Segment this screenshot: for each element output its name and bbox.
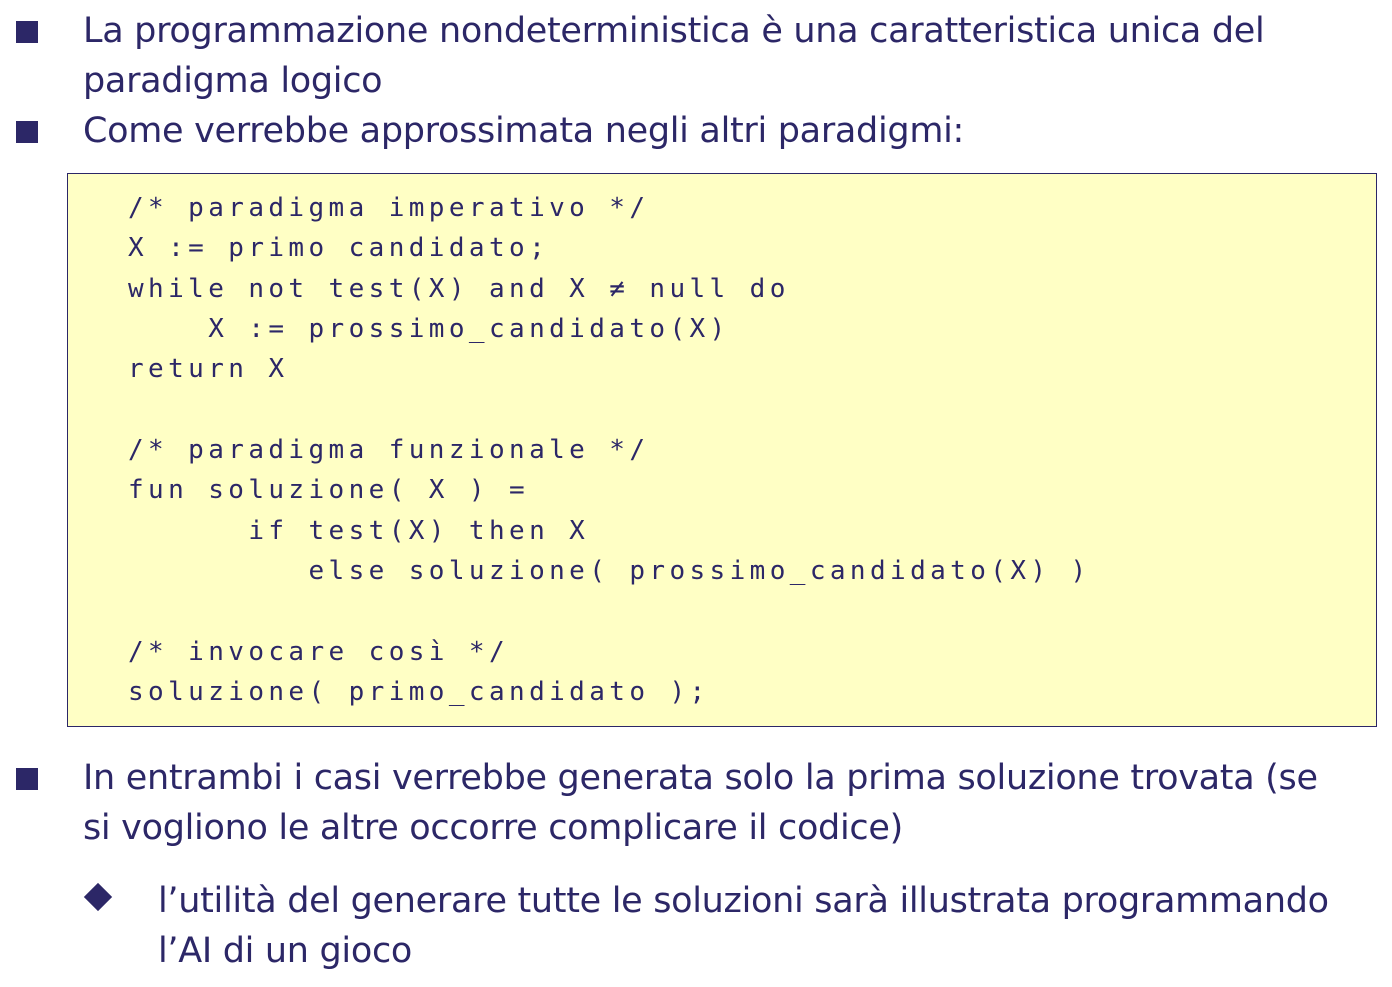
square-bullet-icon xyxy=(16,768,38,790)
sub-bullet-line-1: l’utilità del generare tutte le soluzion… xyxy=(158,881,1329,921)
code-line: if test(X) then X xyxy=(128,516,590,546)
bullet-text-approximation: Come verrebbe approssimata negli altri p… xyxy=(83,106,964,156)
bullet-3-line-2: si vogliono le altre occorre complicare … xyxy=(83,808,903,848)
code-line: X := primo candidato; xyxy=(128,233,550,263)
code-line: /* invocare così */ xyxy=(128,637,510,667)
sub-bullet-text-ai-game: l’utilità del generare tutte le soluzion… xyxy=(158,876,1329,976)
square-bullet-icon xyxy=(16,121,38,143)
code-line: else soluzione( prossimo_candidato(X) ) xyxy=(128,556,1091,586)
code-line: soluzione( primo_candidato ); xyxy=(128,677,710,707)
code-line: return X xyxy=(128,354,289,384)
bullet-2-line-1: Come verrebbe approssimata negli altri p… xyxy=(83,111,965,151)
code-line: while not test(X) and X ≠ null do xyxy=(128,274,790,304)
code-line: /* paradigma imperativo */ xyxy=(128,193,650,223)
code-line: /* paradigma funzionale */ xyxy=(128,435,650,465)
bullet-3-line-1: In entrambi i casi verrebbe generata sol… xyxy=(83,758,1318,798)
bullet-1-line-2: paradigma logico xyxy=(83,61,383,101)
code-line: X := prossimo_candidato(X) xyxy=(128,314,730,344)
code-line: fun soluzione( X ) = xyxy=(128,475,530,505)
bullet-1-line-1: La programmazione nondeterministica è un… xyxy=(83,11,1265,51)
bullet-text-first-solution: In entrambi i casi verrebbe generata sol… xyxy=(83,753,1318,853)
square-bullet-icon xyxy=(16,21,38,43)
code-listing: /* paradigma imperativo */ X := primo ca… xyxy=(67,173,1377,727)
sub-bullet-line-2: l’AI di un gioco xyxy=(158,931,413,971)
bullet-text-nondeterminism: La programmazione nondeterministica è un… xyxy=(83,6,1265,106)
diamond-bullet-icon xyxy=(83,882,113,912)
